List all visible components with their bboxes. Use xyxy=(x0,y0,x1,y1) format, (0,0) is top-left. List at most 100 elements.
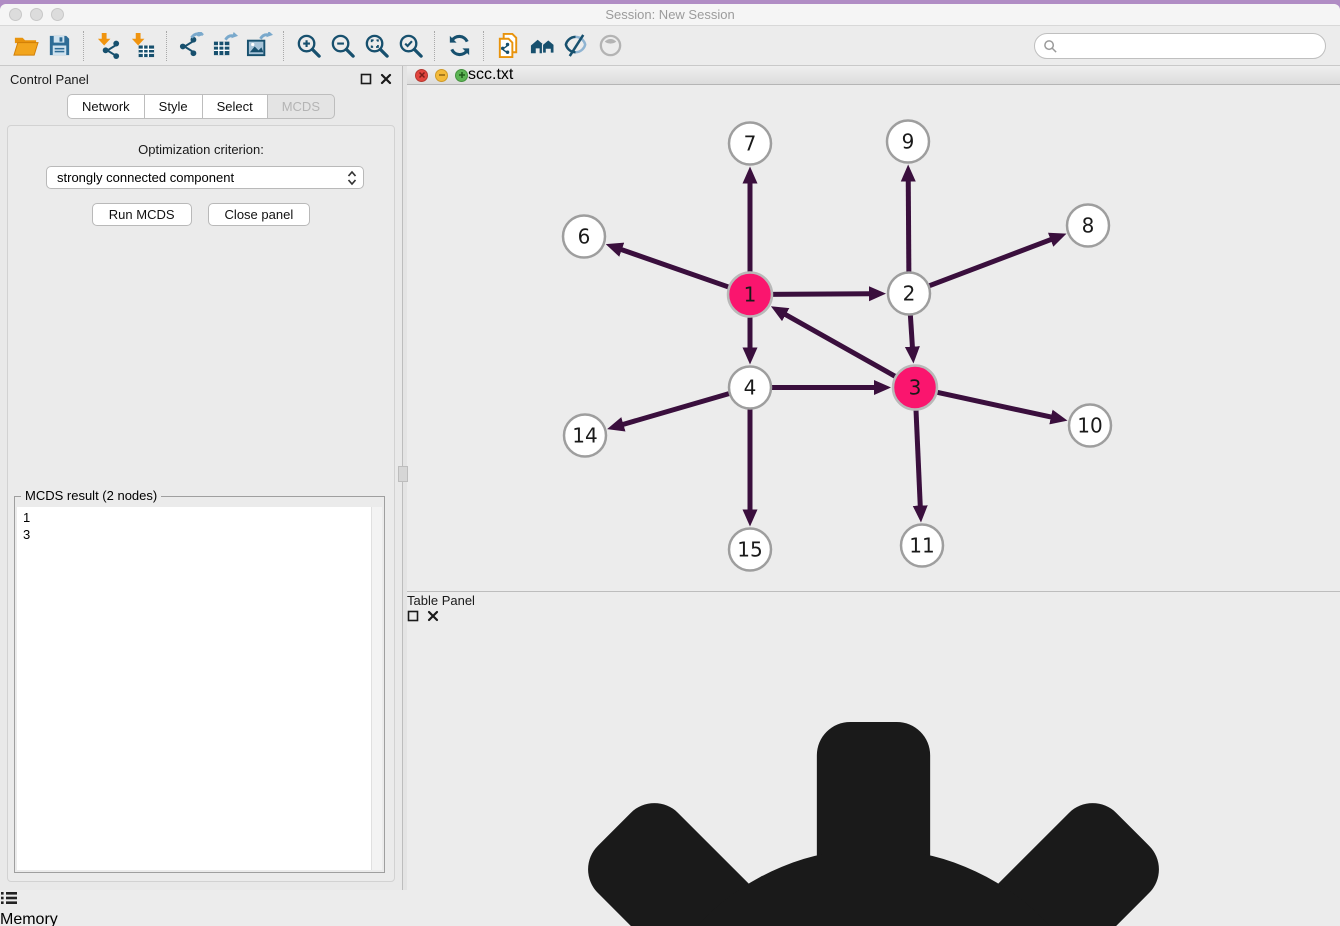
splitter-handle[interactable] xyxy=(398,466,408,482)
toolbar-separator xyxy=(434,31,435,61)
refresh-icon xyxy=(446,32,473,59)
table-panel: Table Panel xyxy=(407,592,1340,926)
network-graph: 7 9 6 8 1 2 4 3 14 10 15 11 xyxy=(407,85,1340,592)
float-panel-icon[interactable] xyxy=(360,73,372,85)
network-close-button[interactable] xyxy=(415,69,428,82)
select-chevrons-icon xyxy=(347,170,357,186)
tab-select[interactable]: Select xyxy=(202,94,267,119)
window-title: Session: New Session xyxy=(0,7,1340,22)
zoom-fit-button[interactable] xyxy=(359,30,393,62)
graph-edge-3-1[interactable] xyxy=(785,314,899,379)
svg-text:4: 4 xyxy=(744,376,757,400)
svg-text:1: 1 xyxy=(744,283,757,307)
graph-node-9[interactable]: 9 xyxy=(887,121,929,163)
table-panel-title: Table Panel xyxy=(407,593,475,608)
gear-icon xyxy=(407,622,1340,926)
svg-text:11: 11 xyxy=(909,534,934,558)
search-input[interactable] xyxy=(1034,33,1326,59)
graph-node-7[interactable]: 7 xyxy=(729,123,771,165)
graph-node-3[interactable]: 3 xyxy=(893,366,937,410)
export-image-icon xyxy=(246,32,273,59)
zoom-in-button[interactable] xyxy=(291,30,325,62)
eye-slash-icon xyxy=(563,32,590,59)
tab-mcds[interactable]: MCDS xyxy=(267,94,335,119)
control-panel-title: Control Panel xyxy=(10,72,89,87)
titlebar: Session: New Session xyxy=(0,4,1340,26)
close-panel-button[interactable]: Close panel xyxy=(208,203,311,226)
tab-network[interactable]: Network xyxy=(67,94,144,119)
network-window: scc.txt 7 9 6 8 1 2 4 3 14 10 15 11 xyxy=(407,66,1340,592)
graph-edge-1-6[interactable] xyxy=(621,249,733,288)
import-network-icon xyxy=(95,32,122,59)
svg-text:7: 7 xyxy=(744,132,757,156)
scrollbar[interactable] xyxy=(371,507,382,870)
close-panel-icon[interactable] xyxy=(380,73,392,85)
svg-text:2: 2 xyxy=(903,282,916,306)
import-table-button[interactable] xyxy=(125,30,159,62)
hide-selection-button[interactable] xyxy=(559,30,593,62)
network-minimize-button[interactable] xyxy=(435,69,448,82)
graph-node-1[interactable]: 1 xyxy=(728,273,772,317)
mcds-result-title: MCDS result (2 nodes) xyxy=(21,488,161,503)
float-panel-icon[interactable] xyxy=(407,610,419,622)
panel-splitter[interactable] xyxy=(402,66,407,890)
graph-edge-2-9[interactable] xyxy=(908,180,909,276)
desktop: Session: New Session xyxy=(0,0,1340,926)
graph-node-6[interactable]: 6 xyxy=(563,216,605,258)
graph-edge-2-8[interactable] xyxy=(925,239,1052,287)
graph-node-2[interactable]: 2 xyxy=(888,273,930,315)
import-table-icon xyxy=(129,32,156,59)
network-title: scc.txt xyxy=(468,66,513,84)
graph-node-14[interactable]: 14 xyxy=(564,415,606,457)
open-folder-icon xyxy=(12,32,39,59)
graph-node-11[interactable]: 11 xyxy=(901,525,943,567)
zoom-selected-button[interactable] xyxy=(393,30,427,62)
graph-node-4[interactable]: 4 xyxy=(729,367,771,409)
export-network-icon xyxy=(178,32,205,59)
export-table-button[interactable] xyxy=(208,30,242,62)
mcds-result-group: MCDS result (2 nodes) 1 3 xyxy=(14,496,385,873)
list-icon xyxy=(0,890,18,906)
zoom-out-button[interactable] xyxy=(325,30,359,62)
main-toolbar xyxy=(0,26,1340,66)
apply-layout-button[interactable] xyxy=(442,30,476,62)
network-canvas[interactable]: 7 9 6 8 1 2 4 3 14 10 15 11 xyxy=(407,85,1340,592)
criterion-select[interactable]: strongly connected component xyxy=(46,166,364,189)
graph-edge-3-10[interactable] xyxy=(933,391,1052,417)
table-toolbar: f(x) xyxy=(407,622,1340,926)
import-network-button[interactable] xyxy=(91,30,125,62)
clone-network-button[interactable] xyxy=(491,30,525,62)
search-container xyxy=(1034,33,1326,59)
svg-text:8: 8 xyxy=(1082,214,1095,238)
graph-node-8[interactable]: 8 xyxy=(1067,205,1109,247)
graph-edge-1-2[interactable] xyxy=(768,294,870,295)
control-panel-tabs: Network Style Select MCDS xyxy=(0,94,402,119)
svg-text:3: 3 xyxy=(909,376,922,400)
graph-node-15[interactable]: 15 xyxy=(729,529,771,571)
table-settings-button[interactable] xyxy=(407,622,1340,926)
zoom-selected-icon xyxy=(397,32,424,59)
search-icon xyxy=(1043,39,1058,54)
graph-edge-3-11[interactable] xyxy=(916,405,920,506)
export-image-button[interactable] xyxy=(242,30,276,62)
neighbors-button[interactable] xyxy=(525,30,559,62)
memory-label: Memory xyxy=(0,911,58,926)
show-all-button[interactable] xyxy=(593,30,627,62)
close-panel-icon[interactable] xyxy=(427,610,439,622)
save-session-button[interactable] xyxy=(42,30,76,62)
graph-node-10[interactable]: 10 xyxy=(1069,405,1111,447)
export-network-button[interactable] xyxy=(174,30,208,62)
graph-edge-2-3[interactable] xyxy=(910,310,912,347)
run-mcds-button[interactable]: Run MCDS xyxy=(92,203,192,226)
tab-style[interactable]: Style xyxy=(144,94,202,119)
clone-network-icon xyxy=(495,32,522,59)
control-panel: Control Panel Network Style Select MCDS … xyxy=(0,66,402,890)
svg-text:10: 10 xyxy=(1077,414,1102,438)
toolbar-separator xyxy=(283,31,284,61)
graph-edge-4-14[interactable] xyxy=(622,392,733,424)
network-zoom-button[interactable] xyxy=(455,69,468,82)
svg-text:6: 6 xyxy=(578,225,591,249)
zoom-out-icon xyxy=(329,32,356,59)
open-session-button[interactable] xyxy=(8,30,42,62)
optimization-criterion-label: Optimization criterion: xyxy=(8,142,394,157)
